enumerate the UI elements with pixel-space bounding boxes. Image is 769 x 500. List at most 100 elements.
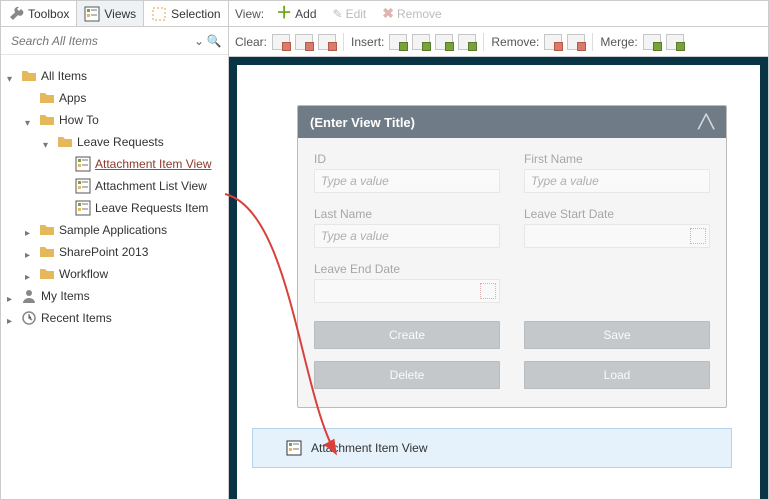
folder-icon bbox=[39, 112, 55, 128]
selection-icon bbox=[151, 6, 167, 22]
tree-sharepoint[interactable]: SharePoint 2013 bbox=[23, 241, 224, 263]
remove-label: Remove: bbox=[491, 35, 539, 49]
pencil-icon: ✎ bbox=[333, 7, 343, 21]
field-leave-end: Leave End Date bbox=[314, 262, 500, 303]
tree-label: How To bbox=[59, 113, 99, 127]
insert-col-left-icon[interactable] bbox=[435, 34, 453, 50]
clear-label: Clear: bbox=[235, 35, 267, 49]
insert-label: Insert: bbox=[351, 35, 384, 49]
folder-icon bbox=[39, 266, 55, 282]
right-pane: View: ＋Add ✎Edit ✖Remove Clear: Insert: … bbox=[229, 1, 768, 499]
clear-row-icon[interactable] bbox=[272, 34, 290, 50]
first-name-input[interactable] bbox=[524, 169, 710, 193]
insert-row-above-icon[interactable] bbox=[389, 34, 407, 50]
layout-toolbar: Clear: Insert: Remove: Merge: bbox=[229, 27, 768, 57]
tab-label: Views bbox=[104, 7, 136, 21]
folder-icon bbox=[39, 90, 55, 106]
tree-sample-apps[interactable]: Sample Applications bbox=[23, 219, 224, 241]
view-label: View: bbox=[235, 7, 264, 21]
tree-label: Attachment List View bbox=[95, 179, 207, 193]
tree-workflow[interactable]: Workflow bbox=[23, 263, 224, 285]
field-id: ID bbox=[314, 152, 500, 193]
remove-row-icon[interactable] bbox=[544, 34, 562, 50]
load-button[interactable]: Load bbox=[524, 361, 710, 389]
clear-col-icon[interactable] bbox=[295, 34, 313, 50]
tree-label: Workflow bbox=[59, 267, 108, 281]
canvas-wrap: (Enter View Title) ╱╲ ID First Name Last… bbox=[229, 57, 768, 499]
tree-my-items[interactable]: My Items bbox=[5, 285, 224, 307]
folder-icon bbox=[57, 134, 73, 150]
wrench-icon bbox=[8, 6, 24, 22]
last-name-input[interactable] bbox=[314, 224, 500, 248]
tab-views[interactable]: Views bbox=[77, 1, 144, 26]
clear-cell-icon[interactable] bbox=[318, 34, 336, 50]
label: Last Name bbox=[314, 207, 500, 221]
tree-leave-requests-item[interactable]: Leave Requests Item bbox=[59, 197, 224, 219]
left-pane: Toolbox Views Selection ⌄ 🔍 All Items Ap… bbox=[1, 1, 229, 499]
tree-apps[interactable]: Apps bbox=[23, 87, 224, 109]
collapse-icon[interactable]: ╱╲ bbox=[698, 114, 714, 130]
view-icon bbox=[75, 178, 91, 194]
tree-leave-requests[interactable]: Leave Requests bbox=[41, 131, 224, 153]
clock-icon bbox=[21, 310, 37, 326]
add-view-button[interactable]: ＋Add bbox=[272, 5, 320, 23]
label: ID bbox=[314, 152, 500, 166]
plus-icon: ＋ bbox=[276, 8, 292, 20]
tab-selection[interactable]: Selection bbox=[144, 1, 228, 26]
tree-label: All Items bbox=[41, 69, 87, 83]
field-leave-start: Leave Start Date bbox=[524, 207, 710, 248]
search-row: ⌄ 🔍 bbox=[1, 27, 228, 55]
merge-down-icon[interactable] bbox=[666, 34, 684, 50]
view-toolbar: View: ＋Add ✎Edit ✖Remove bbox=[229, 1, 768, 27]
remove-col-icon[interactable] bbox=[567, 34, 585, 50]
tree-label: Attachment Item View bbox=[95, 157, 212, 171]
label: Leave Start Date bbox=[524, 207, 710, 221]
view-title-text: (Enter View Title) bbox=[310, 115, 415, 130]
tree-attachment-list-view[interactable]: Attachment List View bbox=[59, 175, 224, 197]
tree-all-items[interactable]: All Items bbox=[5, 65, 224, 87]
search-input[interactable] bbox=[9, 33, 192, 49]
insert-row-below-icon[interactable] bbox=[412, 34, 430, 50]
tree-label: Sample Applications bbox=[59, 223, 167, 237]
chevron-down-icon[interactable]: ⌄ bbox=[192, 34, 206, 48]
tab-label: Selection bbox=[171, 7, 220, 21]
tree-label: Recent Items bbox=[41, 311, 112, 325]
label: First Name bbox=[524, 152, 710, 166]
x-icon: ✖ bbox=[382, 5, 394, 22]
view-card[interactable]: (Enter View Title) ╱╲ ID First Name Last… bbox=[297, 105, 727, 408]
btn-label: Remove bbox=[397, 7, 442, 21]
tree-label: Leave Requests bbox=[77, 135, 164, 149]
tree-label: Leave Requests Item bbox=[95, 201, 208, 215]
tree-attachment-item-view[interactable]: Attachment Item View bbox=[59, 153, 224, 175]
search-icon[interactable]: 🔍 bbox=[206, 34, 222, 48]
design-canvas[interactable]: (Enter View Title) ╱╲ ID First Name Last… bbox=[237, 65, 760, 499]
delete-button[interactable]: Delete bbox=[314, 361, 500, 389]
tab-toolbox[interactable]: Toolbox bbox=[1, 1, 77, 26]
tab-label: Toolbox bbox=[28, 7, 69, 21]
remove-view-button[interactable]: ✖Remove bbox=[378, 3, 445, 24]
view-icon bbox=[75, 156, 91, 172]
save-button[interactable]: Save bbox=[524, 321, 710, 349]
edit-view-button[interactable]: ✎Edit bbox=[329, 5, 371, 23]
view-title-bar[interactable]: (Enter View Title) ╱╲ bbox=[298, 106, 726, 138]
merge-right-icon[interactable] bbox=[643, 34, 661, 50]
tree-recent-items[interactable]: Recent Items bbox=[5, 307, 224, 329]
left-tabstrip: Toolbox Views Selection bbox=[1, 1, 228, 27]
insert-col-right-icon[interactable] bbox=[458, 34, 476, 50]
leave-start-input[interactable] bbox=[524, 224, 710, 248]
field-last-name: Last Name bbox=[314, 207, 500, 248]
leave-end-input[interactable] bbox=[314, 279, 500, 303]
drop-zone[interactable]: Attachment Item View bbox=[252, 428, 732, 468]
id-input[interactable] bbox=[314, 169, 500, 193]
tree: All Items Apps How To Leave Requests Att… bbox=[1, 55, 228, 499]
tree-label: My Items bbox=[41, 289, 90, 303]
create-button[interactable]: Create bbox=[314, 321, 500, 349]
drop-label: Attachment Item View bbox=[311, 441, 428, 455]
tree-howto[interactable]: How To bbox=[23, 109, 224, 131]
merge-label: Merge: bbox=[600, 35, 637, 49]
btn-label: Add bbox=[295, 7, 316, 21]
view-icon bbox=[75, 200, 91, 216]
tree-label: SharePoint 2013 bbox=[59, 245, 148, 259]
label: Leave End Date bbox=[314, 262, 500, 276]
btn-label: Edit bbox=[346, 7, 367, 21]
